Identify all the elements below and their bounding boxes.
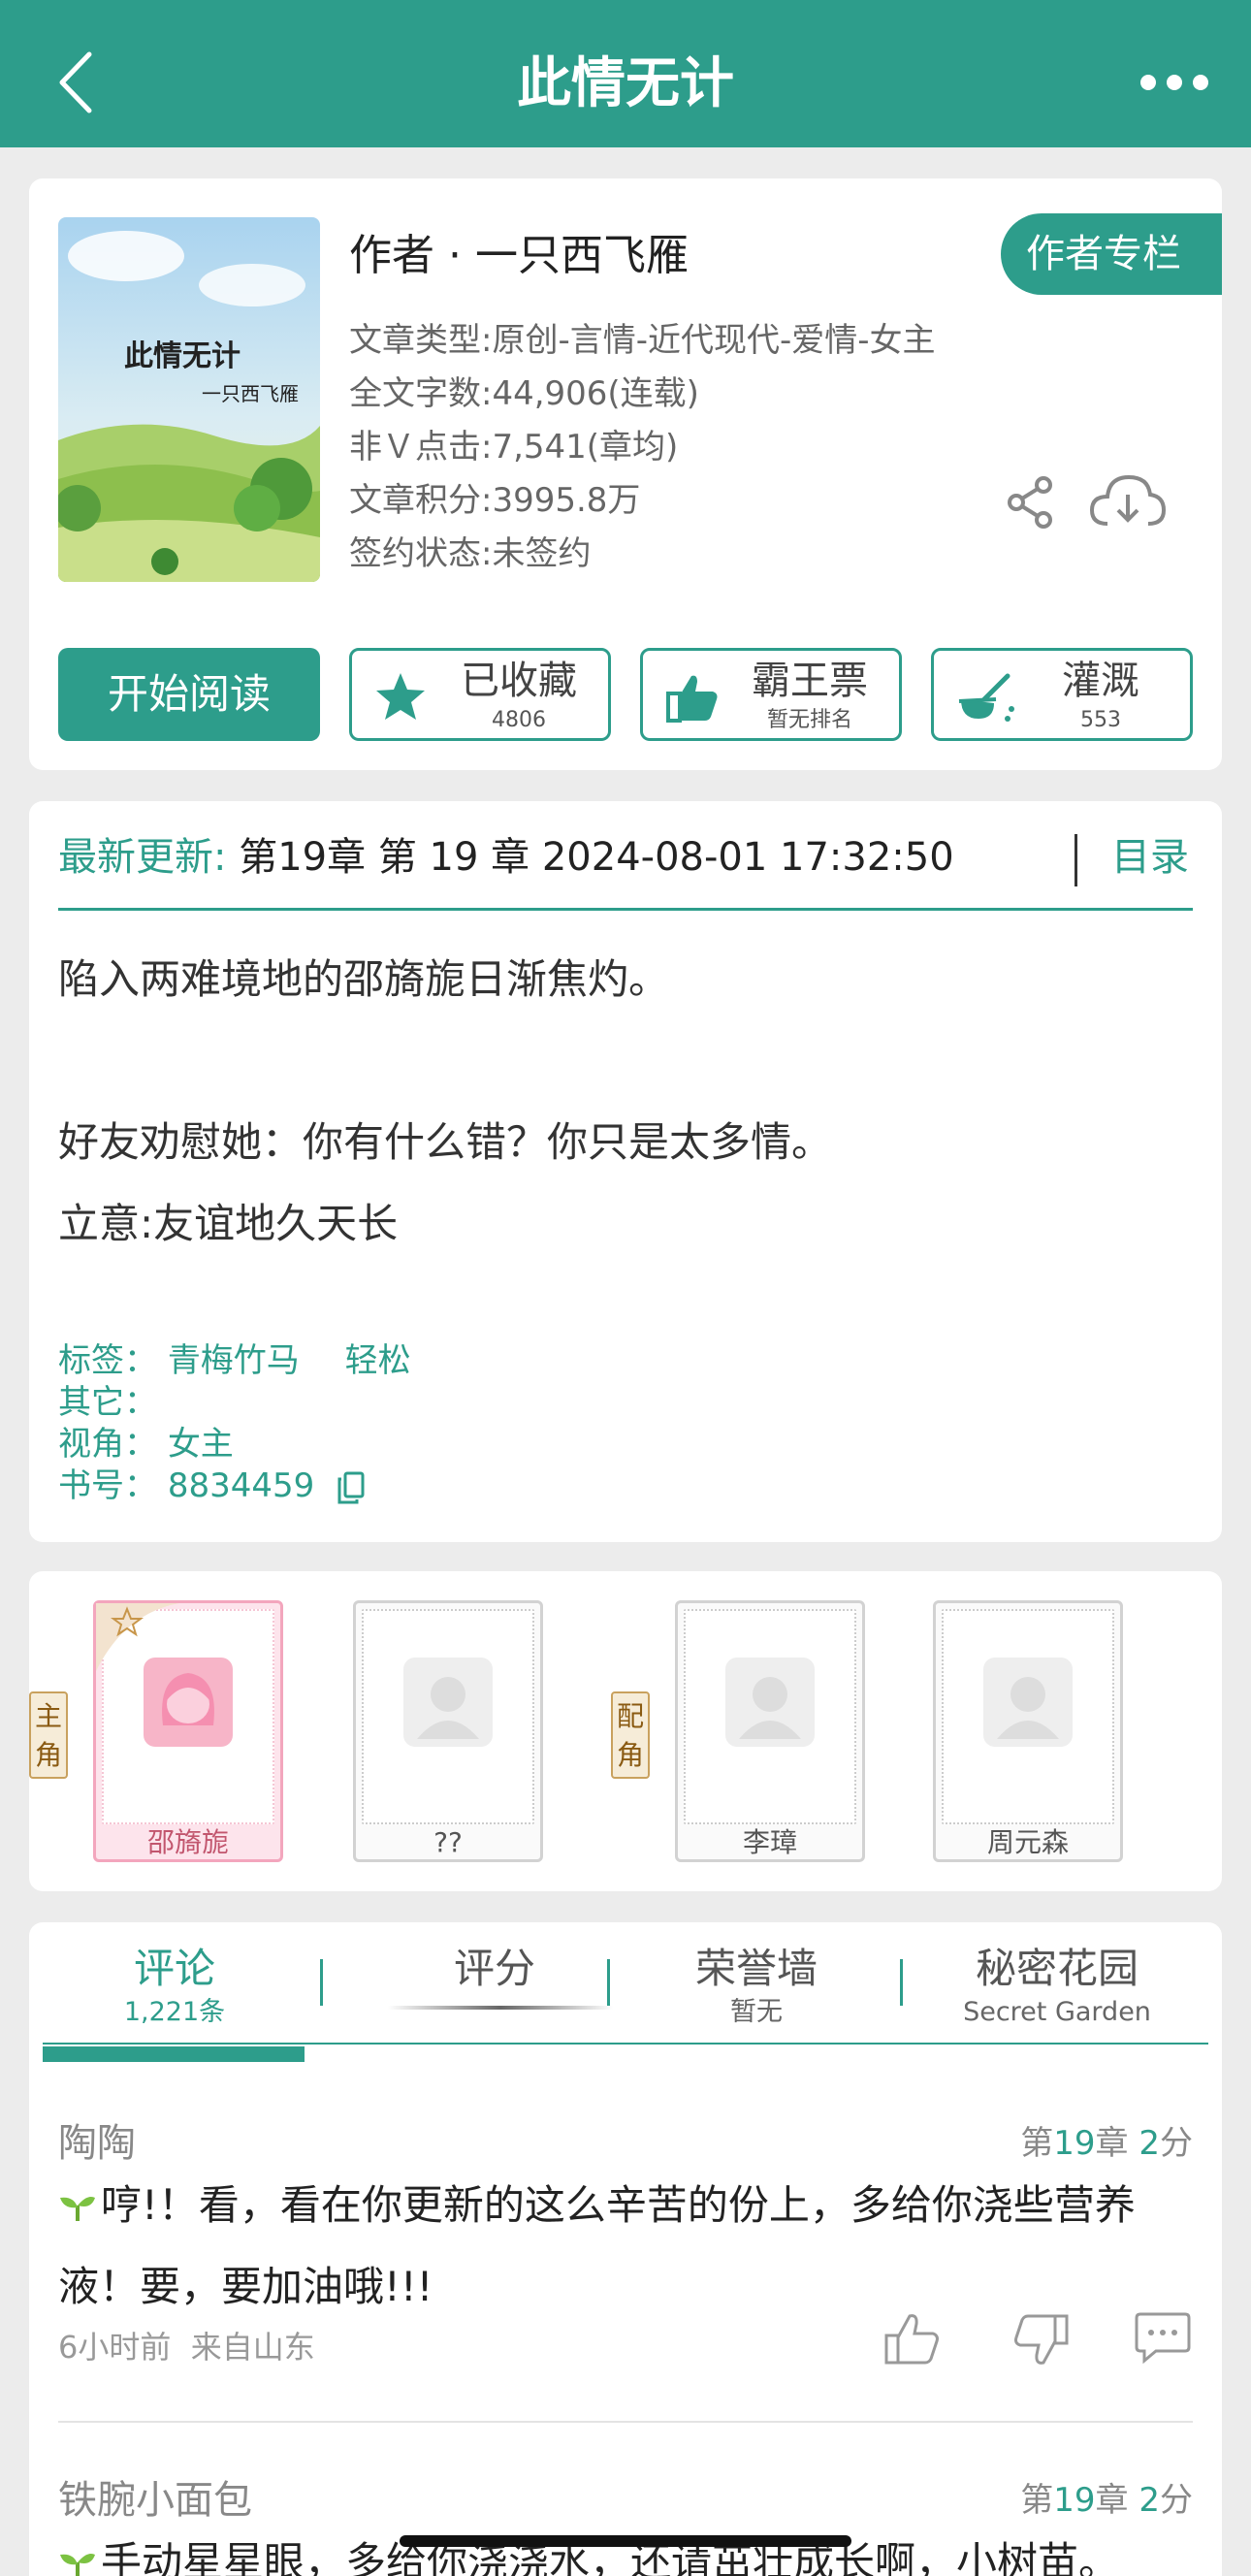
more-icon[interactable] (1140, 58, 1208, 107)
role-name: 周元森 (986, 1826, 1069, 1858)
tag-item[interactable]: 轻松 (345, 1341, 411, 1380)
book-id-label: 书号： (58, 1466, 157, 1505)
comment-user[interactable]: 铁腕小面包 (58, 2473, 252, 2528)
nutrient-button[interactable]: 灌溉 553 (931, 648, 1193, 741)
favorite-label: 已收藏 (461, 659, 577, 703)
bawang-ticket-button[interactable]: 霸王票 暂无排名 (640, 648, 902, 741)
main-role-tag: 主角 (29, 1691, 68, 1779)
nav-bar: 此情无计 (0, 0, 1251, 147)
view-value: 女主 (167, 1425, 234, 1464)
tab-sub: 1,221条 (123, 1997, 226, 2027)
role-name: 李璋 (742, 1826, 797, 1858)
divider (58, 908, 1193, 911)
favorite-button[interactable]: 已收藏 4806 (349, 648, 611, 741)
avatar (725, 1658, 815, 1747)
comment-user[interactable]: 陶陶 (58, 2116, 136, 2171)
comment-chapter-score: 第19章 2分 (1020, 2124, 1193, 2163)
tab-label: 荣誉墙 (694, 1945, 818, 1992)
favorite-count: 4806 (492, 708, 546, 732)
tab-sub: 暂无 (730, 1997, 783, 2027)
meta-score: 文章积分:3995.8万 (349, 481, 641, 520)
tags-label: 标签： (58, 1341, 157, 1380)
role-name: ?? (433, 1826, 463, 1858)
comment-chapter-score: 第19章 2分 (1020, 2481, 1193, 2520)
toc-link[interactable]: 目录 (1111, 828, 1189, 886)
star-icon (376, 673, 425, 720)
like-icon[interactable] (882, 2310, 941, 2368)
latest-update-label: 最新更新: (58, 835, 227, 880)
home-indicator (400, 2535, 851, 2547)
description-line: 好友劝慰她：你有什么错？你只是太多情。 (58, 1118, 833, 1166)
role-card[interactable]: 李璋 (675, 1600, 865, 1862)
tab-secret-garden[interactable]: 秘密花园 Secret Garden (912, 1942, 1203, 2029)
update-card: 最新更新: 第19章 第 19 章 2024-08-01 17:32:50 目录… (29, 801, 1222, 1542)
description-line: 立意:友谊地久天长 (58, 1200, 399, 1247)
role-card[interactable]: 邵旖旎 (93, 1600, 283, 1862)
cloud-download-icon[interactable] (1088, 469, 1168, 535)
tab-label: 评分 (453, 1945, 535, 1992)
tab-underline (43, 2043, 1208, 2045)
dislike-icon[interactable] (1012, 2310, 1071, 2368)
nutrient-count: 553 (1080, 708, 1121, 732)
latest-update-value: 第19章 第 19 章 2024-08-01 17:32:50 (239, 835, 954, 880)
other-label: 其它： (58, 1383, 157, 1422)
comment-text[interactable]: 哼!！看，看在你更新的这么辛苦的份上，多给你浇些营养液！要，要加油哦!!! (58, 2165, 1193, 2328)
divider (1075, 834, 1077, 886)
cover-title: 此情无计 (124, 339, 241, 373)
book-tags: 标签： 青梅竹马 轻松 其它： 视角： 女主 书号： 8834459 (58, 1340, 411, 1507)
meta-word-count: 全文字数:44,906(连载) (349, 374, 699, 413)
bawang-label: 霸王票 (752, 659, 868, 703)
sprout-icon (60, 2554, 95, 2576)
tab-rating[interactable]: 评分 (349, 1942, 640, 1996)
meta-clicks: 非Ｖ点击:7,541(章均) (349, 428, 679, 467)
meta-type: 文章类型:原创-言情-近代现代-爱情-女主 (349, 321, 936, 360)
avatar (983, 1658, 1073, 1747)
avatar (144, 1658, 233, 1747)
book-id-value: 8834459 (167, 1466, 315, 1505)
meta-contract: 签约状态:未签约 (349, 534, 592, 573)
sprout-icon (60, 2197, 95, 2221)
comment-meta: 6小时前 来自山东 (58, 2329, 315, 2366)
description-line: 陷入两难境地的邵旖旎日渐焦灼。 (58, 955, 670, 1003)
comments-card: 评论 1,221条 评分 荣誉墙 暂无 秘密花园 Secret Garden 陶… (29, 1922, 1222, 2576)
view-label: 视角： (58, 1425, 157, 1464)
description-line (58, 1020, 1183, 1102)
watering-can-icon (958, 673, 1014, 722)
role-name: 邵旖旎 (146, 1826, 229, 1858)
role-card[interactable]: ?? (353, 1600, 543, 1862)
divider (320, 1959, 323, 2006)
bawang-rank: 暂无排名 (766, 708, 852, 732)
avatar (403, 1658, 493, 1747)
divider (58, 2421, 1193, 2423)
author-column-button[interactable]: 作者专栏 (1001, 213, 1222, 295)
tab-label: 评论 (133, 1945, 215, 1992)
book-info-card: 此情无计 一只西飞雁 作者 · 一只西飞雁 作者专栏 文章类型:原创-言情-近代… (29, 178, 1222, 770)
author-line[interactable]: 作者 · 一只西飞雁 (349, 227, 689, 285)
tab-comments[interactable]: 评论 1,221条 (29, 1942, 320, 2029)
support-role-tag: 配角 (611, 1691, 650, 1779)
nutrient-label: 灌溉 (1062, 659, 1139, 703)
role-card[interactable]: 周元森 (933, 1600, 1123, 1862)
divider (607, 1959, 610, 2006)
latest-update[interactable]: 最新更新: 第19章 第 19 章 2024-08-01 17:32:50 (58, 828, 954, 886)
tab-label: 秘密花园 (975, 1945, 1139, 1992)
book-meta: 文章类型:原创-言情-近代现代-爱情-女主 全文字数:44,906(连载) 非Ｖ… (349, 314, 936, 581)
book-description: 陷入两难境地的邵旖旎日渐焦灼。 好友劝慰她：你有什么错？你只是太多情。 立意:友… (58, 939, 1183, 1265)
copy-icon[interactable] (337, 1471, 366, 1504)
divider (900, 1959, 903, 2006)
roles-card: 主角 邵旖旎 ?? 配角 李璋 周元森 (29, 1571, 1222, 1891)
tag-item[interactable]: 青梅竹马 (168, 1341, 300, 1380)
rating-bar (388, 2006, 613, 2010)
share-icon[interactable] (1003, 475, 1057, 530)
tab-honor-wall[interactable]: 荣誉墙 暂无 (611, 1942, 902, 2029)
reply-icon[interactable] (1133, 2310, 1193, 2365)
start-reading-button[interactable]: 开始阅读 (58, 648, 320, 741)
tab-sub: Secret Garden (963, 1997, 1151, 2027)
comment-text[interactable]: 手动星星眼，多给你浇浇水，还请茁壮成长啊，小树苗。 (58, 2522, 1193, 2576)
cover-author: 一只西飞雁 (202, 382, 299, 405)
page-title: 此情无计 (517, 52, 734, 115)
tab-active-indicator (43, 2046, 305, 2062)
book-cover[interactable]: 此情无计 一只西飞雁 (58, 217, 320, 582)
thumbs-up-icon (666, 675, 718, 723)
